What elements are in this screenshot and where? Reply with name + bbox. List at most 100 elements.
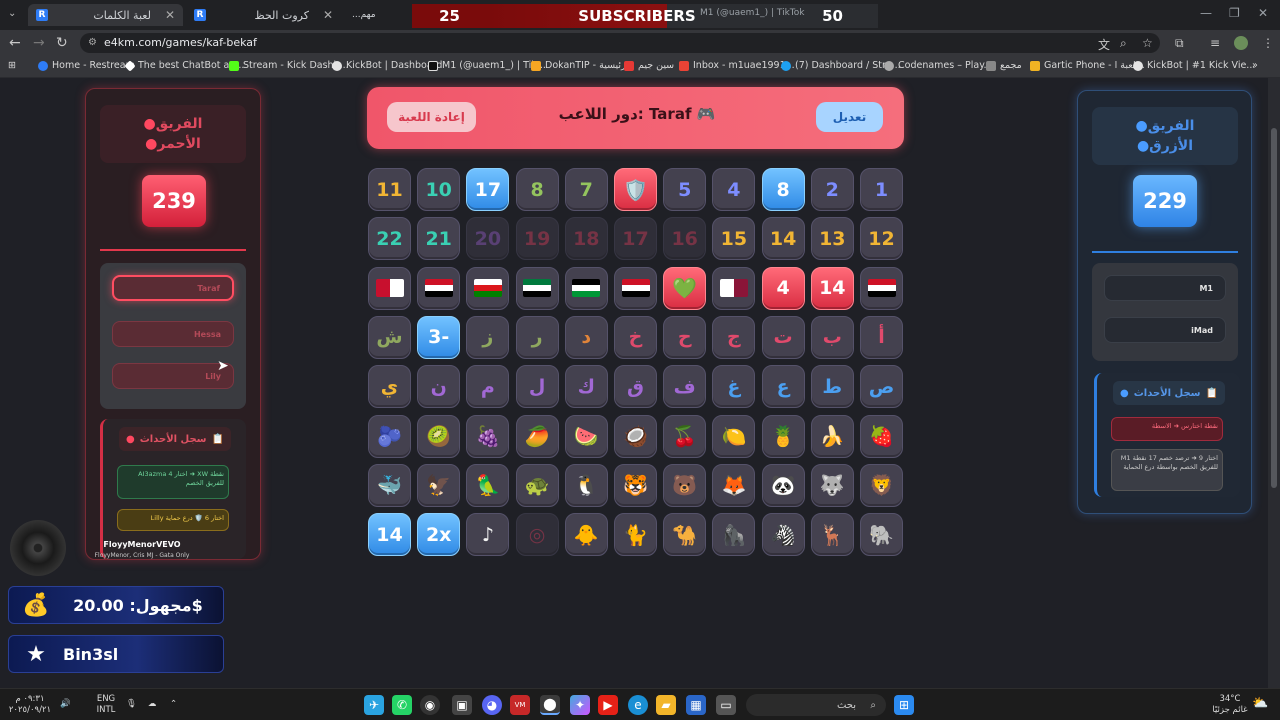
bookmark-item[interactable]: سين جيم bbox=[624, 60, 674, 71]
board-cell[interactable]: 🍋 bbox=[712, 414, 756, 458]
board-cell[interactable]: 20 bbox=[466, 217, 510, 261]
bookmark-item[interactable]: KickBot | Dashboard bbox=[332, 60, 442, 71]
board-cell[interactable]: ب bbox=[810, 315, 854, 359]
board-cell[interactable]: 🦓 bbox=[761, 513, 805, 557]
board-cell[interactable]: 🐻 bbox=[663, 463, 707, 507]
board-cell[interactable]: 2 bbox=[810, 168, 854, 211]
site-info-icon[interactable]: ⚙ bbox=[88, 33, 97, 53]
tab-third[interactable]: ...مهم bbox=[344, 4, 404, 26]
board-cell[interactable]: 🥭 bbox=[515, 414, 559, 458]
store-app-icon[interactable]: ▦ bbox=[686, 695, 706, 715]
board-cell[interactable] bbox=[466, 266, 510, 310]
board-cell[interactable] bbox=[368, 266, 411, 310]
board-cell[interactable]: ع bbox=[761, 365, 805, 409]
board-cell[interactable]: 22 bbox=[368, 217, 411, 261]
bookmark-item[interactable]: Gartic Phone - لعبة ا... bbox=[1030, 60, 1145, 71]
board-cell[interactable]: 🦌 bbox=[810, 513, 854, 557]
board-cell[interactable]: 10 bbox=[417, 168, 461, 211]
tab-word-game[interactable]: R لعبة الكلمات ✕ bbox=[28, 4, 183, 26]
tab-luck-cards[interactable]: R كروت الحظ ✕ bbox=[186, 4, 341, 26]
board-cell[interactable]: ط bbox=[810, 365, 854, 409]
url-input[interactable]: ⚙ e4km.com/games/kaf-bekaf bbox=[80, 33, 1160, 53]
board-cell[interactable]: 16 bbox=[663, 217, 707, 261]
bookmark-item[interactable]: KickBot | #1 Kick Vie... bbox=[1133, 60, 1255, 71]
board-cell[interactable]: 🦜 bbox=[466, 463, 510, 507]
board-cell[interactable]: 4 bbox=[761, 266, 805, 310]
close-icon[interactable]: ✕ bbox=[165, 8, 175, 22]
board-cell[interactable]: ♪ bbox=[466, 513, 510, 557]
board-cell[interactable]: 🦅 bbox=[417, 463, 461, 507]
board-cell[interactable]: ن bbox=[417, 365, 461, 409]
forward-icon[interactable]: → bbox=[33, 35, 45, 51]
voicemeeter-app-icon[interactable]: VM bbox=[510, 695, 530, 715]
apps-icon[interactable]: ⊞ bbox=[8, 60, 16, 71]
scrollbar-thumb[interactable] bbox=[1271, 128, 1277, 488]
close-icon[interactable]: ✕ bbox=[323, 8, 333, 22]
board-cell[interactable]: 4 bbox=[712, 168, 756, 211]
bookmark-item[interactable]: Stream - Kick Dashb... bbox=[229, 60, 349, 71]
board-cell[interactable]: 🦊 bbox=[712, 463, 756, 507]
board-cell[interactable]: 🐢 bbox=[515, 463, 559, 507]
translate-icon[interactable]: 文 bbox=[1098, 36, 1110, 53]
board-cell[interactable]: 🍍 bbox=[761, 414, 805, 458]
board-cell[interactable] bbox=[712, 266, 756, 310]
board-cell[interactable]: 12 bbox=[860, 217, 903, 261]
board-cell[interactable]: 🐥 bbox=[564, 513, 608, 557]
player-pill[interactable]: M1 bbox=[1104, 275, 1226, 301]
board-cell[interactable]: 🥥 bbox=[614, 414, 657, 458]
board-cell[interactable]: 5 bbox=[663, 168, 707, 211]
close-window-icon[interactable]: ✕ bbox=[1258, 6, 1268, 20]
telegram-app-icon[interactable]: ✈ bbox=[364, 695, 384, 715]
board-cell[interactable]: 13 bbox=[810, 217, 854, 261]
board-cell[interactable]: 1 bbox=[860, 168, 903, 211]
zoom-icon[interactable]: ⌕ bbox=[1120, 36, 1127, 51]
language-indicator[interactable]: ENG INTL bbox=[94, 694, 118, 716]
red-team-score[interactable]: 239 bbox=[142, 175, 206, 227]
board-cell[interactable]: 🍓 bbox=[860, 414, 903, 458]
bookmark-folder[interactable]: مجمع bbox=[986, 60, 1022, 71]
board-cell[interactable]: د bbox=[564, 315, 608, 359]
capture-app-icon[interactable]: ▣ bbox=[452, 695, 472, 715]
board-cell[interactable]: 🫐 bbox=[368, 414, 411, 458]
edge-app-icon[interactable]: e bbox=[628, 695, 648, 715]
board-cell[interactable]: 🐯 bbox=[614, 463, 657, 507]
profile-avatar-icon[interactable] bbox=[1234, 36, 1248, 50]
board-cell[interactable]: 14 bbox=[761, 217, 805, 261]
bookmark-star-icon[interactable]: ☆ bbox=[1142, 36, 1153, 50]
bookmark-item[interactable]: Codenames – Play... bbox=[884, 60, 993, 71]
board-cell[interactable]: 🥝 bbox=[417, 414, 461, 458]
player-pill[interactable]: iMad bbox=[1104, 317, 1226, 343]
board-cell[interactable]: 🍌 bbox=[810, 414, 854, 458]
board-cell[interactable]: ◎ bbox=[515, 513, 559, 557]
board-cell[interactable]: 14 bbox=[368, 513, 411, 557]
board-cell[interactable]: ل bbox=[515, 365, 559, 409]
maximize-icon[interactable]: ❐ bbox=[1229, 6, 1240, 20]
board-cell[interactable]: 🐈 bbox=[614, 513, 657, 557]
board-cell[interactable]: 🐳 bbox=[368, 463, 411, 507]
chevron-up-icon[interactable]: ⌃ bbox=[170, 699, 177, 710]
board-cell[interactable]: 🐺 bbox=[810, 463, 854, 507]
board-cell[interactable] bbox=[564, 266, 608, 310]
board-cell[interactable]: ق bbox=[614, 365, 657, 409]
volume-icon[interactable]: 🔊 bbox=[60, 699, 71, 710]
board-cell[interactable] bbox=[860, 266, 903, 310]
board-cell[interactable]: 17 bbox=[614, 217, 657, 261]
board-cell[interactable]: خ bbox=[614, 315, 657, 359]
tab-tiktok-label[interactable]: M1 (@uaem1_) | TikTok bbox=[700, 8, 805, 18]
board-cell[interactable]: 21 bbox=[417, 217, 461, 261]
extensions-icon[interactable]: ⧉ bbox=[1175, 36, 1184, 51]
board-cell[interactable]: 🐧 bbox=[564, 463, 608, 507]
board-cell[interactable]: 8 bbox=[761, 168, 805, 211]
board-cell[interactable]: ج bbox=[712, 315, 756, 359]
board-cell[interactable]: 17 bbox=[466, 168, 510, 211]
board-cell[interactable]: 3- bbox=[417, 315, 461, 359]
reset-game-button[interactable]: إعادة اللعبة bbox=[387, 102, 476, 132]
board-cell[interactable]: ر bbox=[515, 315, 559, 359]
tab-search-icon[interactable]: ⌄ bbox=[8, 8, 16, 19]
board-cell[interactable]: غ bbox=[712, 365, 756, 409]
bookmark-item[interactable]: (7) Dashboard / Stre... bbox=[781, 60, 901, 71]
board-cell[interactable]: ت bbox=[761, 315, 805, 359]
board-cell[interactable]: 2x bbox=[417, 513, 461, 557]
notes-app-icon[interactable]: ▭ bbox=[716, 695, 736, 715]
board-cell[interactable]: 🛡️ bbox=[614, 168, 657, 211]
